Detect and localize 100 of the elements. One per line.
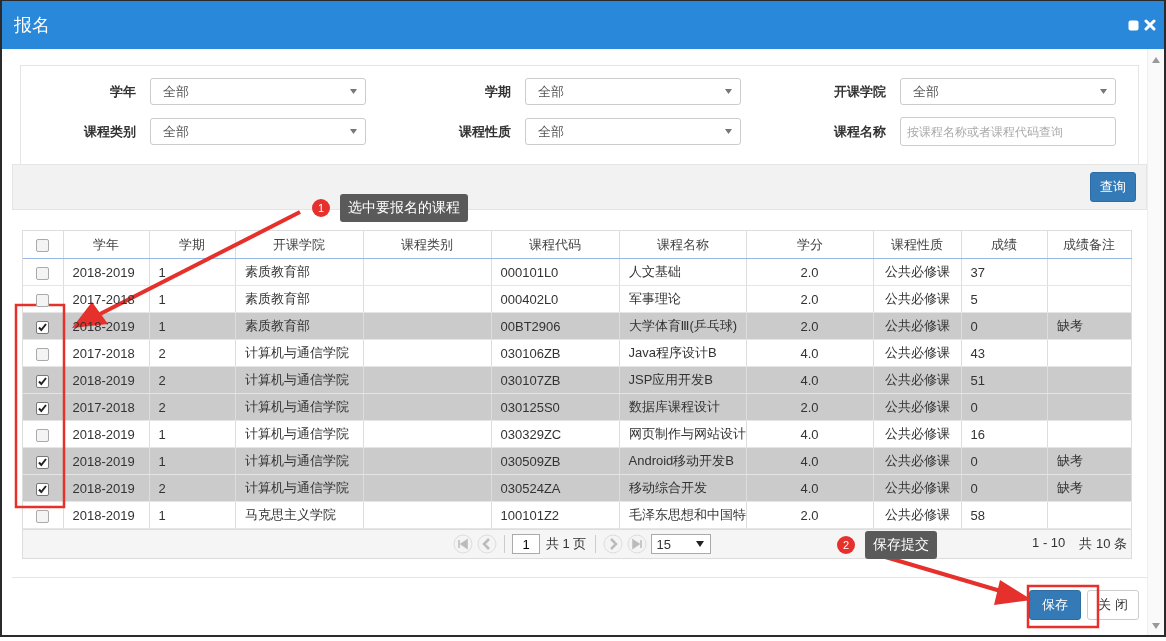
table-cell: 0 bbox=[970, 453, 978, 469]
table-cell: 军事理论 bbox=[628, 291, 681, 306]
first-page-icon[interactable] bbox=[453, 534, 473, 554]
table-cell: 1 bbox=[158, 264, 166, 280]
table-cell: 计算机与通信学院 bbox=[244, 453, 349, 468]
table-cell: 030125S0 bbox=[500, 399, 560, 415]
dropdown[interactable]: 全部 bbox=[525, 118, 741, 145]
close-icon[interactable] bbox=[1144, 19, 1156, 31]
field-label: 课程名称 bbox=[832, 122, 886, 141]
table-cell: 2.0 bbox=[800, 507, 819, 523]
table-cell: 4.0 bbox=[800, 480, 819, 496]
checkbox[interactable] bbox=[36, 320, 50, 334]
table-cell: 2 bbox=[158, 372, 166, 388]
table-cell: 1 bbox=[158, 426, 166, 442]
checkbox[interactable] bbox=[36, 374, 50, 388]
checkbox[interactable] bbox=[36, 482, 50, 496]
table-cell: 000101L0 bbox=[500, 264, 559, 280]
table-cell: 2 bbox=[158, 399, 166, 415]
column-header[interactable]: 成绩备注 bbox=[1047, 231, 1131, 259]
table-cell: 计算机与通信学院 bbox=[244, 345, 349, 360]
table-cell: 缺考 bbox=[1056, 453, 1083, 468]
column-header[interactable]: 课程代码 bbox=[491, 231, 619, 259]
table-cell: 1 bbox=[158, 453, 166, 469]
last-page-icon[interactable] bbox=[627, 534, 648, 554]
table-cell: 100101Z2 bbox=[500, 507, 560, 523]
table-cell: 马克思主义学院 bbox=[244, 507, 336, 522]
table-cell: 公共必修课 bbox=[884, 453, 950, 468]
page-count: 共 1 页 bbox=[546, 535, 587, 553]
column-header[interactable]: 开课学院 bbox=[235, 231, 363, 259]
dropdown[interactable]: 全部 bbox=[150, 118, 366, 145]
column-header[interactable]: 学期 bbox=[149, 231, 235, 259]
table-cell: 2.0 bbox=[800, 291, 819, 307]
table-cell: 1 bbox=[158, 291, 166, 307]
search-field[interactable]: 按课程名称或者课程代码查询 bbox=[900, 117, 1116, 146]
checkbox[interactable] bbox=[36, 266, 50, 280]
scroll-up-icon[interactable] bbox=[1152, 57, 1160, 63]
scroll-down-icon[interactable] bbox=[1152, 623, 1160, 629]
table-cell: 计算机与通信学院 bbox=[244, 480, 349, 495]
table-cell: 大学体育Ⅲ(乒乓球) bbox=[628, 318, 738, 333]
prev-page-icon[interactable] bbox=[477, 534, 497, 554]
table-cell: 030509ZB bbox=[500, 453, 561, 469]
table-cell: 4.0 bbox=[800, 453, 819, 469]
table-cell: 1 bbox=[158, 507, 166, 523]
checkbox[interactable] bbox=[36, 347, 50, 361]
table-cell: 缺考 bbox=[1056, 480, 1083, 495]
field-label: 学年 bbox=[109, 82, 136, 101]
table-cell: 计算机与通信学院 bbox=[244, 399, 349, 414]
table-cell: 43 bbox=[970, 345, 985, 361]
callout-tooltip: 保存提交 bbox=[865, 531, 937, 559]
search-button[interactable]: 查询 bbox=[1090, 172, 1136, 202]
close-button[interactable]: 关 闭 bbox=[1087, 590, 1139, 620]
table-cell: 素质教育部 bbox=[244, 264, 310, 279]
table-cell: 1 bbox=[158, 318, 166, 334]
checkbox[interactable] bbox=[36, 293, 50, 307]
table-cell: 51 bbox=[970, 372, 985, 388]
column-header[interactable]: 课程类别 bbox=[363, 231, 491, 259]
table-cell: 2018-2019 bbox=[72, 264, 135, 280]
checkbox[interactable] bbox=[36, 401, 50, 415]
checkbox[interactable] bbox=[36, 428, 50, 442]
table-cell: 16 bbox=[970, 426, 985, 442]
page-size-dropdown[interactable]: 15 bbox=[651, 534, 712, 554]
column-header[interactable]: 课程性质 bbox=[873, 231, 961, 259]
table-cell: 0 bbox=[970, 399, 978, 415]
table-cell: 000402L0 bbox=[500, 291, 559, 307]
dropdown[interactable]: 全部 bbox=[900, 78, 1116, 105]
table-cell: 2018-2019 bbox=[72, 453, 135, 469]
maximize-icon[interactable] bbox=[1128, 19, 1139, 31]
table-cell: 公共必修课 bbox=[884, 399, 950, 414]
table-cell: 0 bbox=[970, 318, 978, 334]
table-cell: 素质教育部 bbox=[244, 291, 310, 306]
table-cell: 2018-2019 bbox=[72, 480, 135, 496]
page-field[interactable]: 1 bbox=[512, 534, 540, 554]
table-cell: 移动综合开发 bbox=[628, 480, 707, 495]
checkbox[interactable] bbox=[36, 455, 50, 469]
column-header[interactable]: 课程名称 bbox=[619, 231, 746, 259]
dropdown[interactable]: 全部 bbox=[150, 78, 366, 105]
table-cell: 2.0 bbox=[800, 318, 819, 334]
scrollbar[interactable] bbox=[1147, 49, 1164, 635]
caret-icon bbox=[350, 129, 357, 134]
table-cell: 2018-2019 bbox=[72, 507, 135, 523]
window-title: 报名 bbox=[14, 14, 50, 37]
field-label: 学期 bbox=[484, 82, 511, 101]
table-cell: 00BT2906 bbox=[500, 318, 561, 334]
column-header[interactable]: 学年 bbox=[63, 231, 149, 259]
table-cell: 2018-2019 bbox=[72, 318, 135, 334]
table-cell: 58 bbox=[970, 507, 985, 523]
next-page-icon[interactable] bbox=[603, 534, 624, 554]
save-button[interactable]: 保存 bbox=[1029, 590, 1082, 620]
checkbox[interactable] bbox=[36, 509, 50, 523]
record-range: 1 - 10 bbox=[1032, 535, 1066, 552]
table-cell: 2018-2019 bbox=[72, 426, 135, 442]
column-header[interactable]: 学分 bbox=[746, 231, 873, 259]
table-cell: 4.0 bbox=[800, 345, 819, 361]
table-cell: 公共必修课 bbox=[884, 480, 950, 495]
table-cell: 公共必修课 bbox=[884, 291, 950, 306]
column-header[interactable]: 成绩 bbox=[961, 231, 1047, 259]
table-cell: JSP应用开发B bbox=[628, 372, 713, 387]
dropdown[interactable]: 全部 bbox=[525, 78, 741, 105]
checkbox[interactable] bbox=[36, 239, 50, 253]
caret-icon bbox=[1100, 89, 1107, 94]
